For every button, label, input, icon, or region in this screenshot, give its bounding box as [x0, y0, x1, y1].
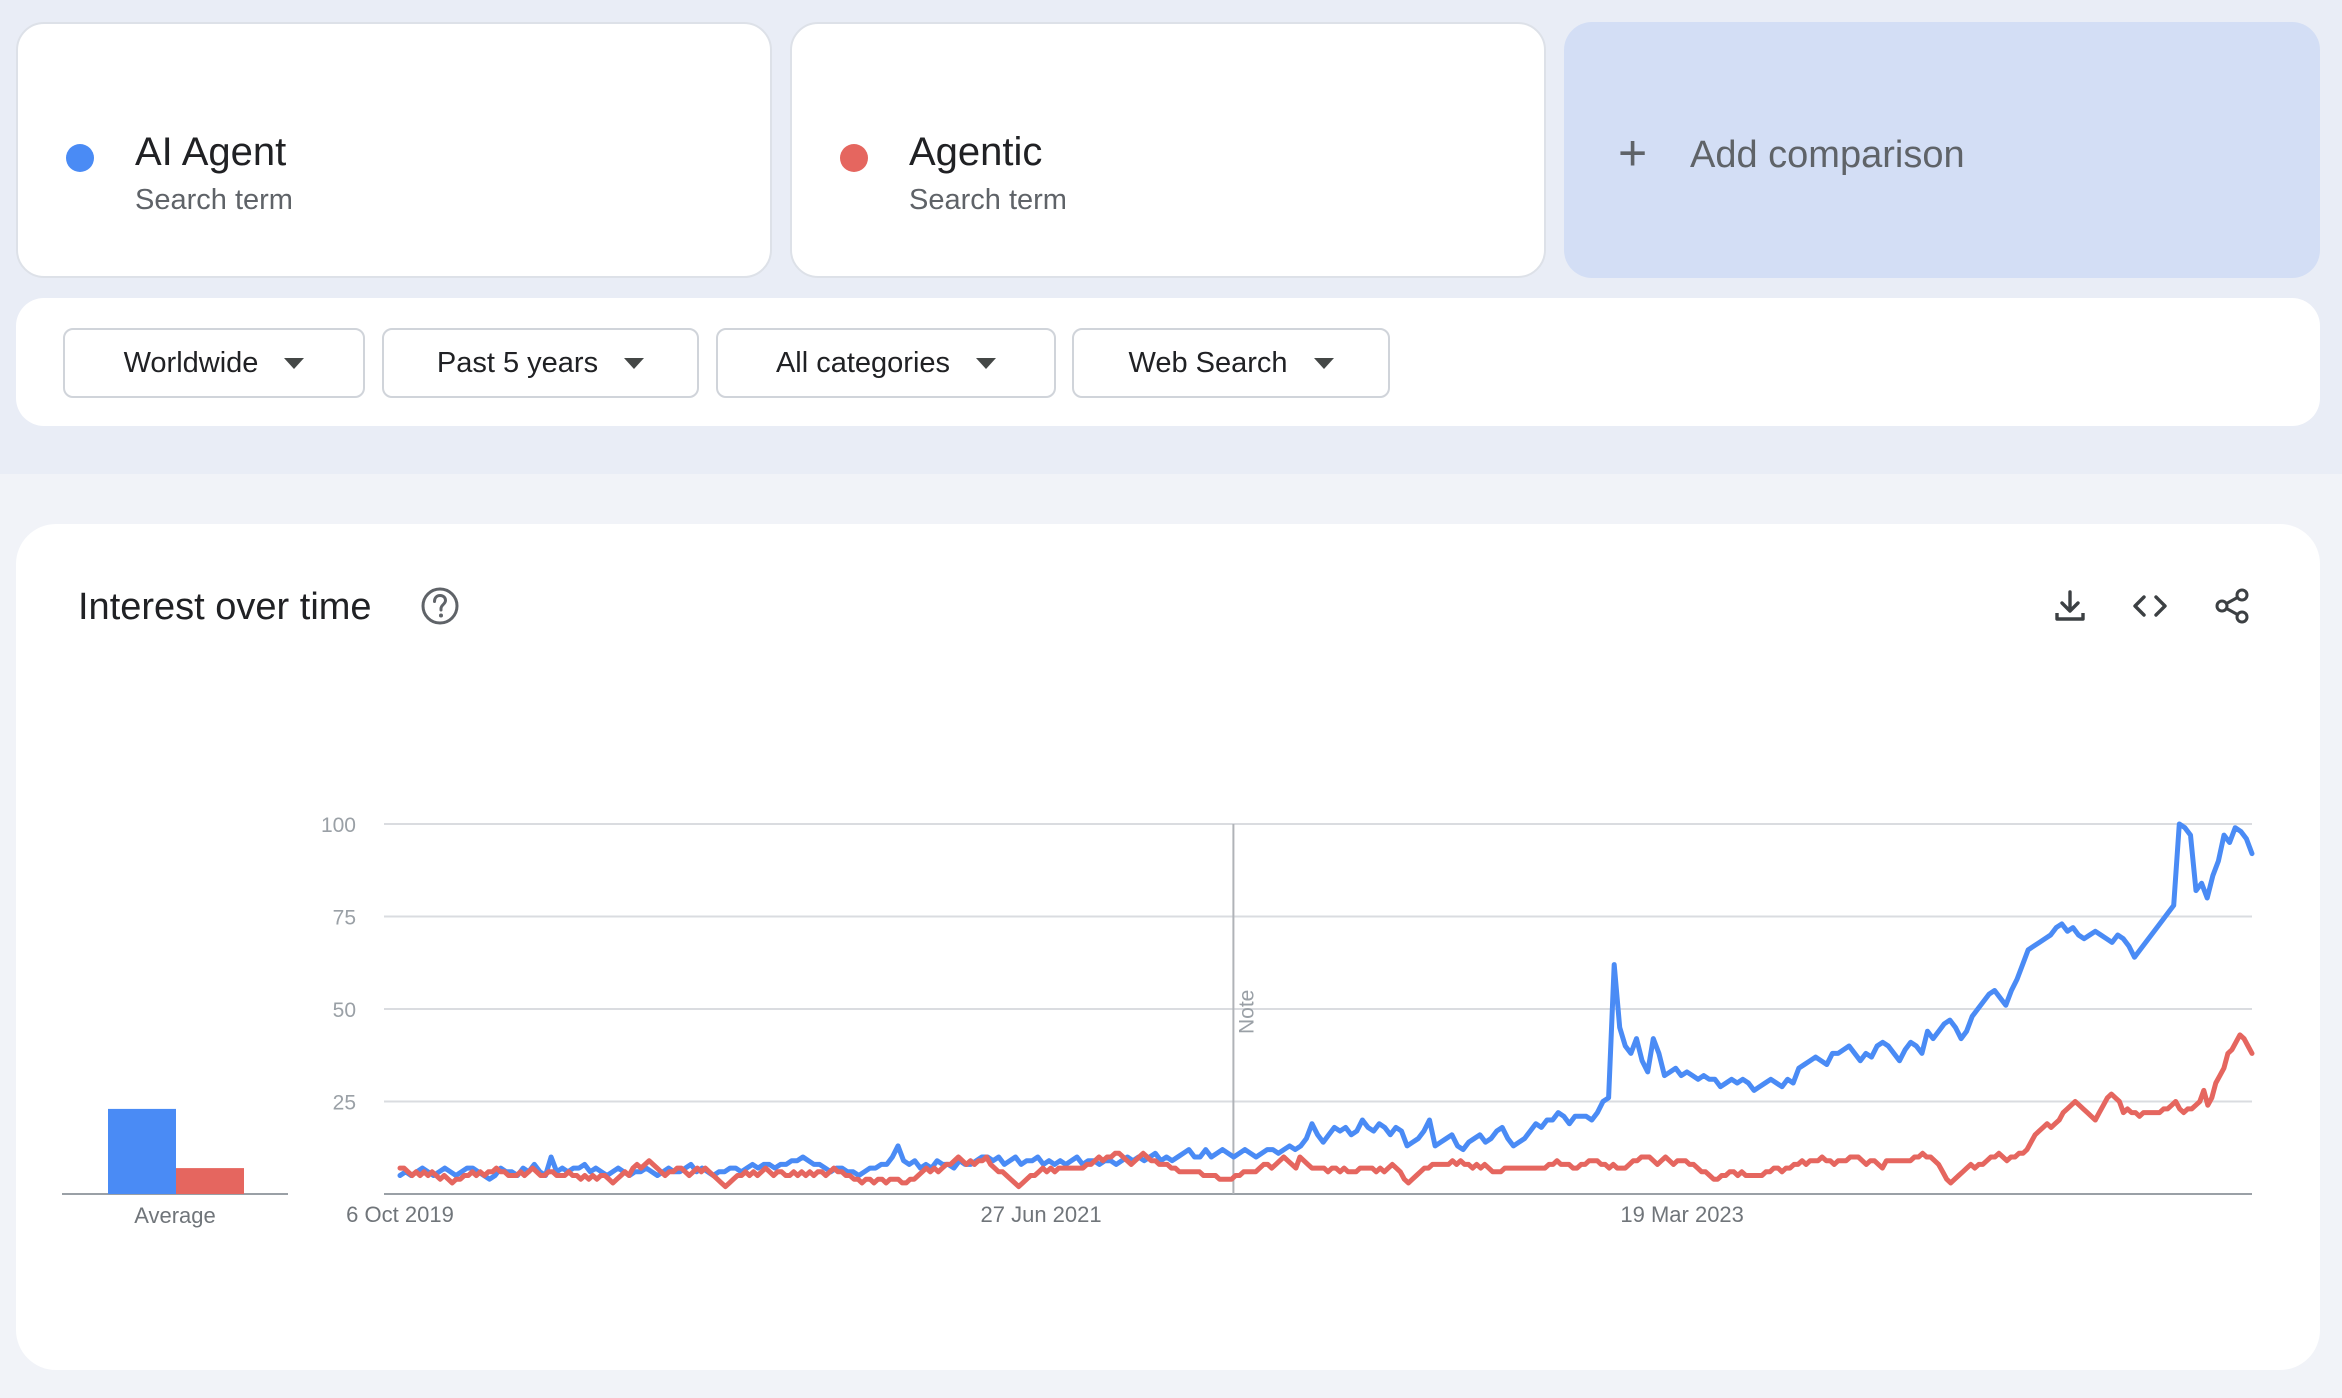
- add-comparison-label: Add comparison: [1690, 134, 1965, 176]
- region-dropdown-label: Worldwide: [123, 346, 259, 379]
- search-term-name[interactable]: AI Agent: [135, 130, 286, 175]
- dropdown-arrow-icon: [1313, 357, 1334, 369]
- dropdown-arrow-icon: [624, 357, 645, 369]
- time-range-dropdown-label: Past 5 years: [436, 346, 599, 379]
- interest-over-time-panel: Interest over time 25 50 75 100 6 Oct 2019 27…: [16, 524, 2320, 1370]
- category-dropdown[interactable]: All categories: [716, 328, 1056, 398]
- average-bar-ai-agent: [108, 1108, 176, 1194]
- filter-bar: Worldwide Past 5 years All categories We…: [16, 298, 2320, 426]
- x-tick-label: 6 Oct 2019: [346, 1202, 454, 1227]
- note-marker-label: Note: [1235, 990, 1258, 1034]
- search-type-dropdown-label: Web Search: [1128, 346, 1288, 379]
- search-term-card-ai-agent[interactable]: AI Agent Search term: [16, 22, 772, 278]
- interest-over-time-chart: 25 50 75 100 6 Oct 2019 27 Jun 2021 19 Mar 202…: [62, 814, 2255, 1228]
- time-range-dropdown[interactable]: Past 5 years: [382, 328, 699, 398]
- dropdown-arrow-icon: [976, 357, 997, 369]
- search-term-name[interactable]: Agentic: [909, 130, 1042, 175]
- region-dropdown[interactable]: Worldwide: [63, 328, 365, 398]
- x-tick-label: 27 Jun 2021: [981, 1202, 1102, 1227]
- average-bar-agentic: [176, 1168, 244, 1194]
- x-tick-label: 19 Mar 2023: [1620, 1202, 1744, 1227]
- series-color-dot: [840, 144, 868, 172]
- y-tick-label: 25: [333, 1092, 356, 1115]
- plus-icon: +: [1618, 125, 1648, 181]
- series-line-ai-agent: [397, 821, 2255, 1182]
- series-line-agentic: [397, 1032, 2255, 1190]
- y-tick-label: 75: [333, 907, 356, 930]
- dropdown-arrow-icon: [284, 357, 305, 369]
- y-tick-label: 100: [321, 814, 356, 837]
- y-tick-label: 50: [333, 999, 356, 1022]
- add-comparison-button[interactable]: + Add comparison: [1564, 22, 2320, 278]
- search-term-subtitle: Search term: [909, 184, 1067, 216]
- search-term-subtitle: Search term: [135, 184, 293, 216]
- category-dropdown-label: All categories: [775, 346, 951, 379]
- average-label: Average: [134, 1203, 216, 1228]
- search-type-dropdown[interactable]: Web Search: [1072, 328, 1390, 398]
- search-term-card-agentic[interactable]: Agentic Search term: [790, 22, 1546, 278]
- series-color-dot: [66, 144, 94, 172]
